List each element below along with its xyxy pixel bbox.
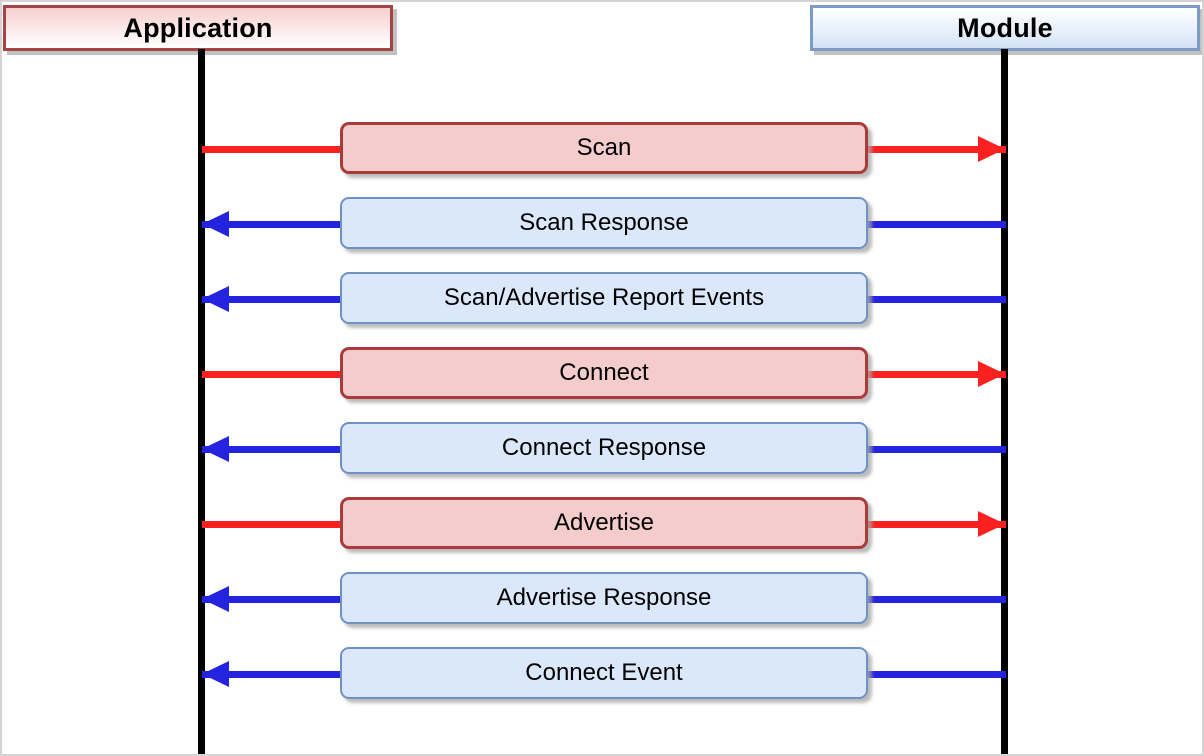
message-box[interactable]: Advertise Response xyxy=(340,572,868,624)
message-label: Connect Event xyxy=(525,659,683,686)
message-box[interactable]: Connect xyxy=(340,347,868,399)
message-row: Connect Response xyxy=(2,422,1202,478)
message-label: Scan xyxy=(576,134,632,161)
message-row: Scan xyxy=(2,122,1202,178)
message-box[interactable]: Connect Event xyxy=(340,647,868,699)
message-box[interactable]: Scan/Advertise Report Events xyxy=(340,272,868,324)
message-box[interactable]: Scan Response xyxy=(340,197,868,249)
message-row: Scan Response xyxy=(2,197,1202,253)
message-row: Advertise xyxy=(2,497,1202,553)
actor-label-application: Application xyxy=(123,12,273,43)
message-line-left-segment xyxy=(202,371,344,378)
message-line-right-segment xyxy=(864,446,1006,453)
message-row: Connect xyxy=(2,347,1202,403)
message-label: Advertise Response xyxy=(496,584,712,611)
message-line-right-segment xyxy=(864,596,1006,603)
message-line-right-segment xyxy=(864,296,1006,303)
arrow-left-icon xyxy=(202,286,229,312)
message-line-right-segment xyxy=(864,221,1006,228)
arrow-left-icon xyxy=(202,661,229,687)
arrow-left-icon xyxy=(202,436,229,462)
message-label: Scan/Advertise Report Events xyxy=(443,284,765,311)
arrow-right-icon xyxy=(978,136,1005,162)
message-box[interactable]: Connect Response xyxy=(340,422,868,474)
message-line-right-segment xyxy=(864,671,1006,678)
sequence-diagram-canvas: Application Module Scan Scan Response Scan… xyxy=(0,0,1204,756)
message-row: Connect Event xyxy=(2,647,1202,703)
actor-header-application: Application xyxy=(3,5,393,51)
message-row: Advertise Response xyxy=(2,572,1202,628)
arrow-right-icon xyxy=(978,361,1005,387)
message-row: Scan/Advertise Report Events xyxy=(2,272,1202,328)
arrow-left-icon xyxy=(202,211,229,237)
message-label: Connect xyxy=(559,359,649,386)
arrow-right-icon xyxy=(978,511,1005,537)
actor-label-module: Module xyxy=(957,12,1053,43)
message-line-left-segment xyxy=(202,146,344,153)
message-box[interactable]: Scan xyxy=(340,122,868,174)
message-box[interactable]: Advertise xyxy=(340,497,868,549)
message-label: Advertise xyxy=(553,509,655,536)
message-line-left-segment xyxy=(202,521,344,528)
message-label: Connect Response xyxy=(501,434,707,461)
actor-header-module: Module xyxy=(810,5,1200,51)
arrow-left-icon xyxy=(202,586,229,612)
message-label: Scan Response xyxy=(519,209,689,236)
